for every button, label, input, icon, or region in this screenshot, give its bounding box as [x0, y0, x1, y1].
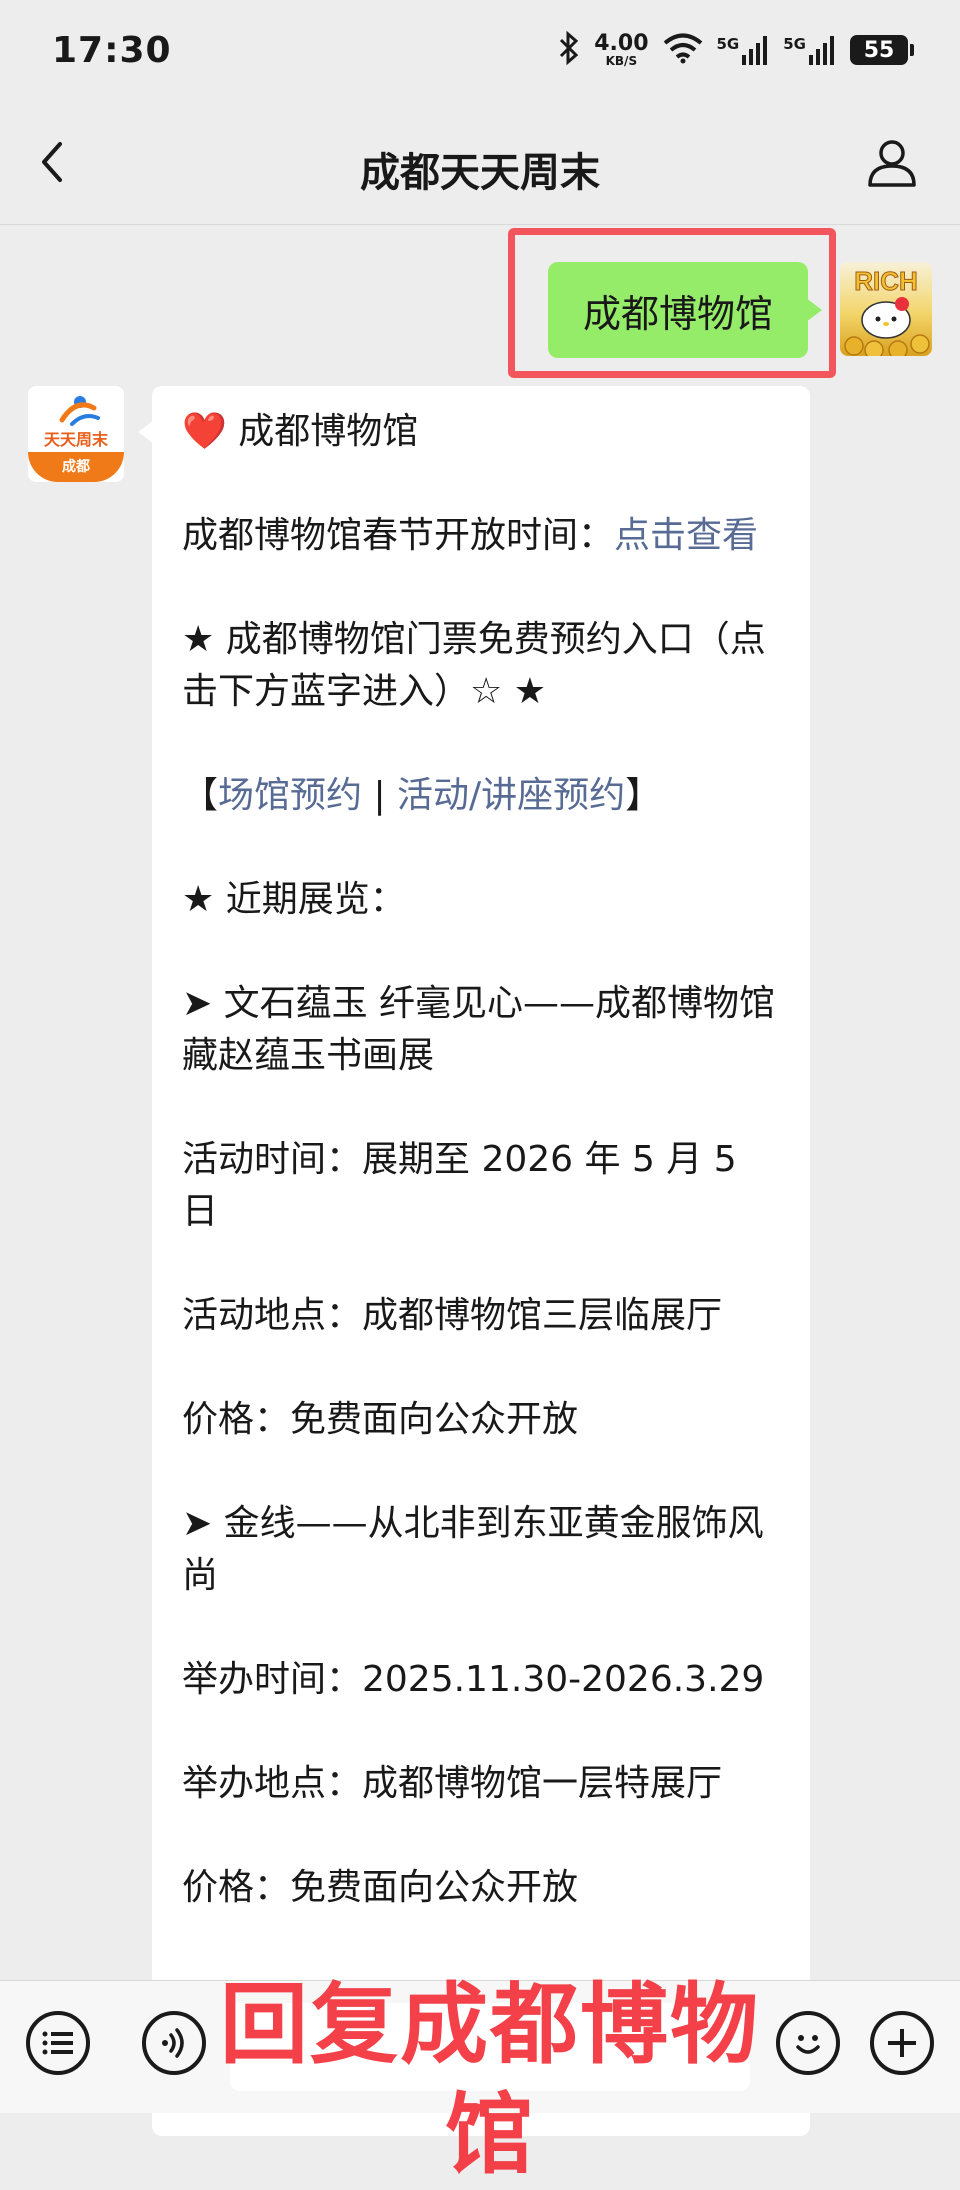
exhibition-time: 举办时间：2025.11.30-2026.3.29: [182, 1659, 765, 1700]
signal-label: 5G: [783, 35, 806, 53]
wifi-icon: [663, 32, 703, 68]
separator: |: [362, 775, 398, 816]
person-icon[interactable]: [866, 136, 918, 188]
reply-heading-text: 成都博物馆: [238, 411, 419, 452]
status-time: 17:30: [52, 30, 172, 71]
status-bar: 17:30 4.00 KB/S 5G 5G 55: [0, 0, 960, 100]
battery-icon: 55: [850, 35, 914, 65]
status-icons: 4.00 KB/S 5G 5G 55: [558, 28, 914, 72]
venue-booking-link[interactable]: 场馆预约: [218, 775, 362, 816]
bluetooth-icon: [558, 30, 580, 69]
booking-links: 【场馆预约 | 活动/讲座预约】: [182, 770, 780, 822]
nav-bar: 成都天天周末: [0, 100, 960, 225]
net-speed-value: 4.00: [594, 31, 649, 56]
menu-list-icon[interactable]: [26, 2011, 90, 2075]
ticket-entry: ★ 成都博物馆门票免费预约入口（点击下方蓝字进入）☆ ★: [182, 619, 766, 712]
exhibition-place: 活动地点：成都博物馆三层临展厅: [182, 1295, 723, 1336]
exhibition-title: ➤ 金线——从北非到东亚黄金服饰风尚: [182, 1503, 764, 1596]
spring-hours-label: 成都博物馆春节开放时间：: [182, 515, 615, 556]
logo-icon: [59, 396, 100, 426]
exhibition-title: ➤ 文石蕴玉 纤毫见心——成都博物馆藏赵蕴玉书画展: [182, 983, 776, 1076]
plus-icon[interactable]: [870, 2011, 934, 2075]
official-account-avatar[interactable]: 天天周末 成都: [28, 386, 124, 482]
logo-city: 成都: [28, 452, 124, 482]
logo-text: 天天周末: [43, 430, 108, 449]
my-avatar[interactable]: RICH: [840, 262, 932, 356]
reply-heading: ❤️ 成都博物馆: [182, 406, 780, 458]
bracket-open: 【: [182, 775, 219, 816]
exhibition-place: 举办地点：成都博物馆一层特展厅: [182, 1763, 723, 1804]
signal-label: 5G: [716, 35, 740, 53]
net-speed-unit: KB/S: [605, 54, 638, 68]
spring-hours: 成都博物馆春节开放时间：点击查看: [182, 510, 780, 562]
exhibition-time: 活动时间：展期至 2026 年 5 月 5 日: [182, 1139, 737, 1232]
exhibition-price: 价格：免费面向公众开放: [182, 1399, 579, 1440]
signal-icon: 5G: [783, 35, 836, 65]
overlay-caption: 回复成都博物馆: [219, 1973, 760, 2186]
reply-message-bubble: ❤️ 成都博物馆 成都博物馆春节开放时间：点击查看 ★ 成都博物馆门票免费预约入…: [138, 386, 810, 2136]
kitty-icon: [844, 297, 930, 356]
bracket-close: 】: [625, 775, 662, 816]
exhibition-price: 价格：免费面向公众开放: [182, 1867, 579, 1908]
activity-booking-link[interactable]: 活动/讲座预约: [397, 775, 625, 816]
page-title: 成都天天周末: [360, 150, 600, 196]
heart-icon: ❤️: [182, 411, 227, 452]
recent-exhibitions-label: ★ 近期展览：: [182, 879, 406, 920]
sent-message-bubble[interactable]: 成都博物馆: [548, 262, 822, 358]
spring-hours-link[interactable]: 点击查看: [614, 515, 758, 556]
net-speed: 4.00 KB/S: [594, 31, 649, 68]
signal-icon: 5G: [717, 35, 770, 65]
